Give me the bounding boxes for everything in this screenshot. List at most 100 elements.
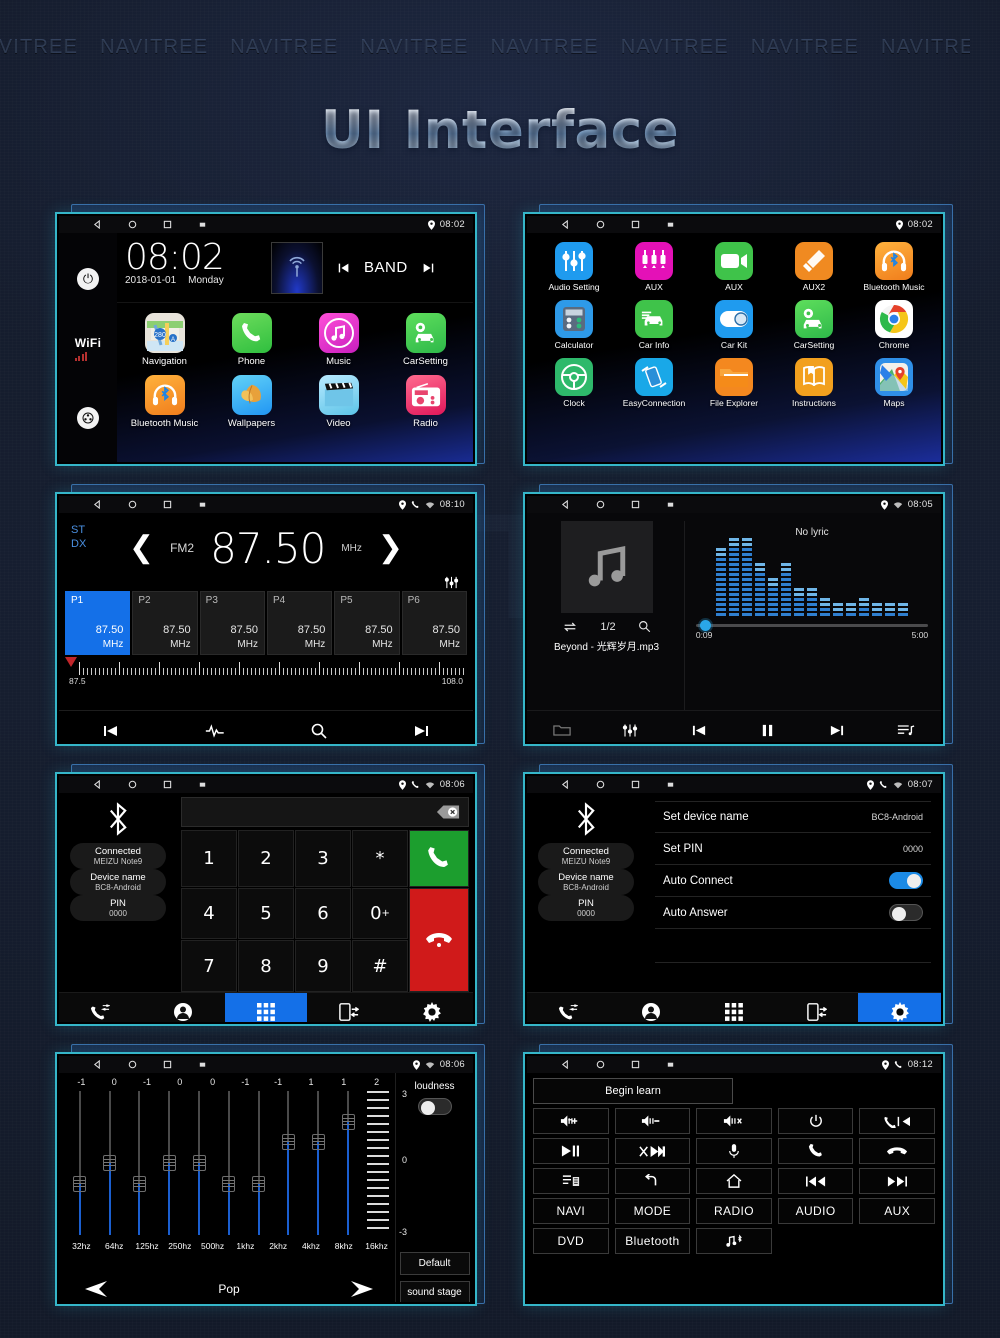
begin-learn-button[interactable]: Begin learn: [533, 1078, 733, 1104]
apps-grid-icon[interactable]: [77, 407, 99, 429]
swc-button-playlist[interactable]: [533, 1168, 609, 1194]
clock-widget[interactable]: 08:02 2018-01-01 Monday: [117, 233, 265, 302]
dial-key-2[interactable]: 2: [238, 830, 294, 887]
prev-preset-icon[interactable]: [81, 1279, 111, 1299]
dial-key-#[interactable]: #: [352, 940, 408, 992]
recents-icon[interactable]: [163, 500, 172, 509]
auto-answer-toggle[interactable]: [889, 904, 923, 921]
home-app-music[interactable]: Music: [295, 309, 382, 371]
home-app-wallpapers[interactable]: Wallpapers: [208, 371, 295, 433]
screen-bt-dialer[interactable]: 08:06 Connected MEIZU Note9 Device name B…: [55, 772, 477, 1026]
setting-auto-connect[interactable]: Auto Connect: [655, 865, 931, 897]
swc-button-navi[interactable]: NAVI: [533, 1198, 609, 1224]
eq-knob[interactable]: [162, 1155, 176, 1171]
drawer-app-maps[interactable]: Maps: [855, 355, 933, 411]
dial-key-6[interactable]: 6: [295, 887, 351, 940]
radio-preset-p3[interactable]: P3 87.50 MHz: [199, 591, 265, 655]
next-icon[interactable]: [421, 261, 435, 275]
bt-tab-call-history[interactable]: [527, 993, 610, 1022]
screenshot-icon[interactable]: [198, 1060, 207, 1069]
equalizer-icon[interactable]: [444, 576, 459, 589]
home-app-video[interactable]: Video: [295, 371, 382, 433]
eq-knob[interactable]: [73, 1175, 87, 1192]
drawer-app-chrome[interactable]: Chrome: [855, 297, 933, 353]
swc-button-aux[interactable]: AUX: [859, 1198, 935, 1224]
dial-key-5[interactable]: 5: [238, 887, 294, 940]
drawer-app-car-info[interactable]: Car Info: [615, 297, 693, 353]
swc-button-power[interactable]: [777, 1108, 854, 1134]
home-icon[interactable]: [596, 500, 605, 509]
eq-knob[interactable]: [192, 1155, 206, 1171]
screen-apps-drawer[interactable]: 08:02 Audio Setting AUX AUX AUX2 Bluetooth M…: [523, 212, 945, 466]
folder-icon[interactable]: [553, 723, 571, 738]
back-icon[interactable]: [93, 780, 102, 789]
bt-info-pin[interactable]: PIN 0000: [538, 895, 634, 921]
swc-button-previous-track[interactable]: [777, 1168, 854, 1194]
dial-key-4[interactable]: 4: [181, 887, 237, 940]
eq-knob[interactable]: [132, 1175, 146, 1192]
recents-icon[interactable]: [631, 1060, 640, 1069]
swc-button-play-pause[interactable]: [533, 1138, 609, 1164]
next-preset-icon[interactable]: [347, 1279, 377, 1299]
setting-set-pin[interactable]: Set PIN 0000: [655, 833, 931, 865]
drawer-app-audio-setting[interactable]: Audio Setting: [535, 239, 613, 295]
swc-button-mode[interactable]: MODE: [614, 1198, 691, 1224]
screen-radio[interactable]: 08:10 ST DX ❮ FM2 87.50 MHz ❯ P1 87.50 M…: [55, 492, 477, 746]
swc-button-mute[interactable]: [696, 1108, 772, 1134]
dial-key-0[interactable]: 0 +: [352, 887, 408, 940]
screen-music[interactable]: 08:05 1/2 Beyond - 光辉岁月.mp3 No lyric 0:0…: [523, 492, 945, 746]
eq-slider-64hz[interactable]: [95, 1087, 125, 1239]
swc-button-audio[interactable]: AUDIO: [777, 1198, 854, 1224]
bt-tab-contacts[interactable]: [610, 993, 693, 1022]
screenshot-icon[interactable]: [198, 500, 207, 509]
recents-icon[interactable]: [631, 500, 640, 509]
distance-label[interactable]: DX: [71, 537, 86, 551]
swc-button-next-track[interactable]: [859, 1168, 935, 1194]
screenshot-icon[interactable]: [666, 220, 675, 229]
dial-display[interactable]: [181, 797, 469, 827]
bt-info-pin[interactable]: PIN 0000: [70, 895, 166, 921]
bt-info-device-name[interactable]: Device name BC8-Android: [70, 869, 166, 895]
eq-knob[interactable]: [341, 1113, 355, 1130]
dial-key-9[interactable]: 9: [295, 940, 351, 992]
search-icon[interactable]: [638, 620, 651, 633]
playlist-icon[interactable]: [897, 723, 915, 738]
swc-button-bluetooth[interactable]: Bluetooth: [614, 1228, 691, 1254]
band-label[interactable]: FM2: [170, 541, 194, 555]
home-icon[interactable]: [596, 1060, 605, 1069]
swc-button-call[interactable]: [777, 1138, 854, 1164]
search-icon[interactable]: [310, 722, 328, 740]
home-app-phone[interactable]: Phone: [208, 309, 295, 371]
radio-preset-p4[interactable]: P4 87.50 MHz: [266, 591, 333, 655]
bt-tab-sync[interactable]: [307, 993, 390, 1022]
swc-button-end-call[interactable]: [859, 1138, 935, 1164]
screenshot-icon[interactable]: [666, 780, 675, 789]
dial-key-1[interactable]: 1: [181, 830, 237, 887]
drawer-app-car-kit[interactable]: Car Kit: [695, 297, 773, 353]
recents-icon[interactable]: [163, 1060, 172, 1069]
swc-button-back-arrow[interactable]: [614, 1168, 691, 1194]
home-app-carsetting[interactable]: CarSetting: [382, 309, 469, 371]
end-call-button[interactable]: [409, 887, 469, 992]
home-icon[interactable]: [596, 220, 605, 229]
repeat-icon[interactable]: [562, 621, 578, 633]
dial-key-8[interactable]: 8: [238, 940, 294, 992]
screenshot-icon[interactable]: [198, 220, 207, 229]
swc-button-dvd[interactable]: DVD: [533, 1228, 609, 1254]
home-icon[interactable]: [128, 1060, 137, 1069]
recents-icon[interactable]: [631, 780, 640, 789]
home-icon[interactable]: [128, 780, 137, 789]
pause-icon[interactable]: [760, 723, 775, 738]
bt-tab-settings[interactable]: [858, 993, 941, 1022]
bt-tab-contacts[interactable]: [142, 993, 225, 1022]
drawer-app-instructions[interactable]: Instructions: [775, 355, 853, 411]
back-icon[interactable]: [561, 220, 570, 229]
seek-bar[interactable]: 0:09 5:00: [695, 620, 929, 640]
swc-button-radio[interactable]: RADIO: [696, 1198, 772, 1224]
back-icon[interactable]: [561, 1060, 570, 1069]
bt-info-device-name[interactable]: Device name BC8-Android: [538, 869, 634, 895]
drawer-app-file-explorer[interactable]: File Explorer: [695, 355, 773, 411]
next-icon[interactable]: [827, 723, 846, 738]
drawer-app-clock[interactable]: Clock: [535, 355, 613, 411]
screen-swc-learn[interactable]: 08:12 Begin learn NAVI MODE RADIO AUDIO AUX D…: [523, 1052, 945, 1306]
